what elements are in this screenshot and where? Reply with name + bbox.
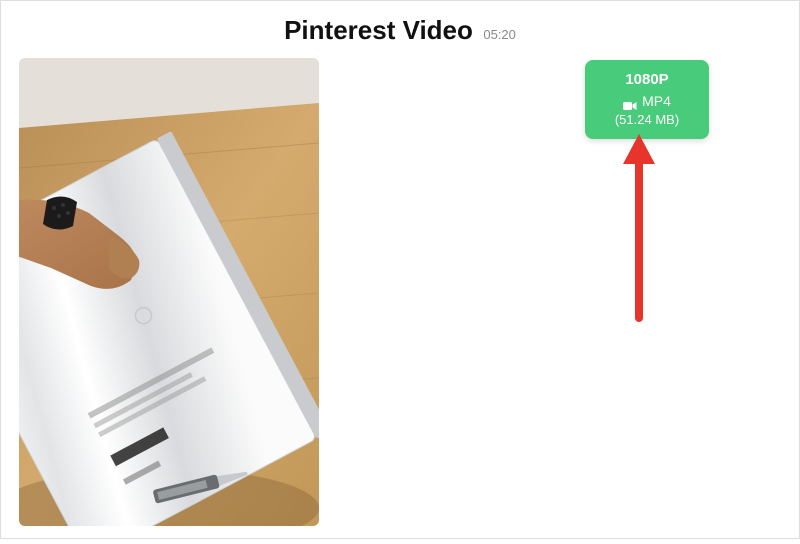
- annotation-arrow: [619, 134, 659, 320]
- page-header: Pinterest Video 05:20: [1, 1, 799, 54]
- video-duration: 05:20: [483, 27, 516, 42]
- page-title: Pinterest Video: [284, 15, 473, 45]
- download-size: (51.24 MB): [593, 111, 701, 129]
- content-row: iPad Pro: [1, 54, 799, 544]
- video-camera-icon: [623, 97, 637, 107]
- download-resolution: 1080P: [593, 70, 701, 90]
- download-format: MP4: [642, 92, 671, 111]
- download-panel: 1080P MP4 (51.24 MB): [359, 58, 781, 526]
- download-format-row: MP4: [593, 92, 701, 111]
- download-button[interactable]: 1080P MP4 (51.24 MB): [585, 60, 709, 139]
- video-thumbnail[interactable]: iPad Pro: [19, 58, 319, 526]
